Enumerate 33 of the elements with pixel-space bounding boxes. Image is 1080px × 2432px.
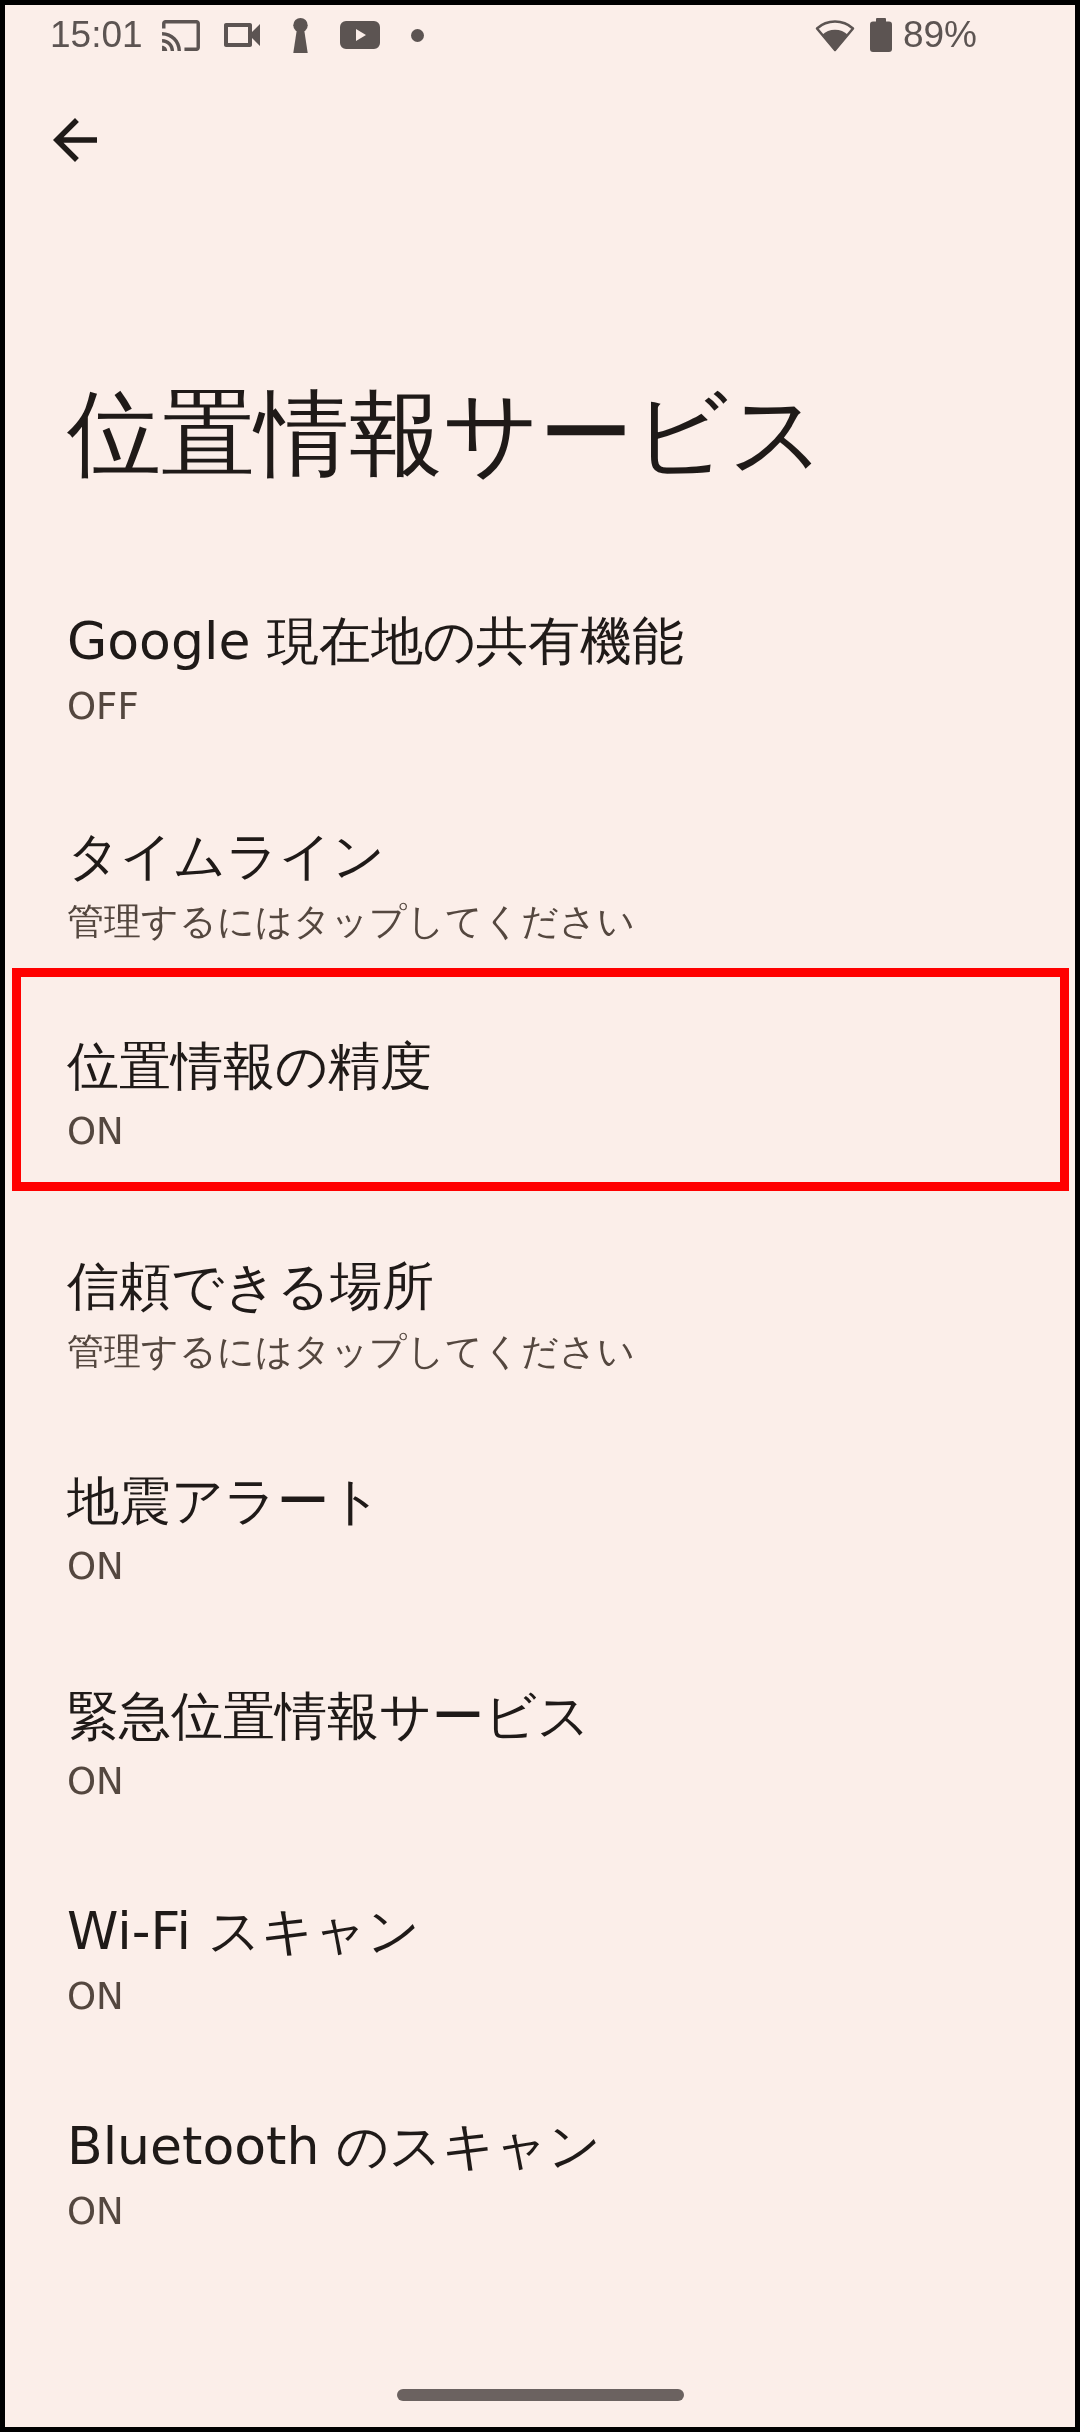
item-summary: 管理するにはタップしてください xyxy=(67,899,635,945)
play-icon xyxy=(339,21,380,49)
settings-item[interactable]: Wi-Fi スキャン ON xyxy=(5,1852,1075,2067)
battery-percentage: 89% xyxy=(902,13,977,57)
item-title: 位置情報の精度 xyxy=(67,1035,432,1098)
settings-item[interactable]: Bluetooth のスキャン ON xyxy=(5,2067,1075,2282)
battery-icon xyxy=(869,18,892,52)
back-icon xyxy=(53,118,97,162)
settings-item[interactable]: 地震アラート ON xyxy=(5,1422,1075,1637)
item-title: 緊急位置情報サービス xyxy=(67,1685,590,1748)
item-summary: ON xyxy=(67,1109,124,1155)
item-summary: ON xyxy=(67,1974,124,2020)
dot-icon xyxy=(410,28,424,42)
item-summary: OFF xyxy=(67,684,139,730)
item-title: 信頼できる場所 xyxy=(67,1255,434,1318)
item-summary: ON xyxy=(67,1759,124,1805)
settings-item[interactable]: 緊急位置情報サービス ON xyxy=(5,1637,1075,1852)
item-title: Wi-Fi スキャン xyxy=(67,1900,420,1963)
item-summary: ON xyxy=(67,1544,124,1590)
item-summary: 管理するにはタップしてください xyxy=(67,1329,635,1375)
cast-icon xyxy=(161,19,200,51)
item-title: Bluetooth のスキャン xyxy=(67,2115,601,2178)
video-camera-icon xyxy=(223,23,260,47)
item-summary: ON xyxy=(67,2189,124,2235)
settings-item[interactable]: 位置情報の精度 ON xyxy=(12,968,1069,1191)
item-title: 地震アラート xyxy=(67,1470,382,1533)
page-title: 位置情報サービス xyxy=(67,379,826,489)
status-time: 15:01 xyxy=(50,13,143,57)
item-title: Google 現在地の共有機能 xyxy=(67,610,684,673)
item-title: タイムライン xyxy=(67,825,385,888)
settings-item[interactable]: Google 現在地の共有機能 OFF xyxy=(5,562,1075,777)
wifi-icon xyxy=(814,18,855,52)
settings-item[interactable]: 信頼できる場所 管理するにはタップしてください xyxy=(5,1207,1075,1422)
